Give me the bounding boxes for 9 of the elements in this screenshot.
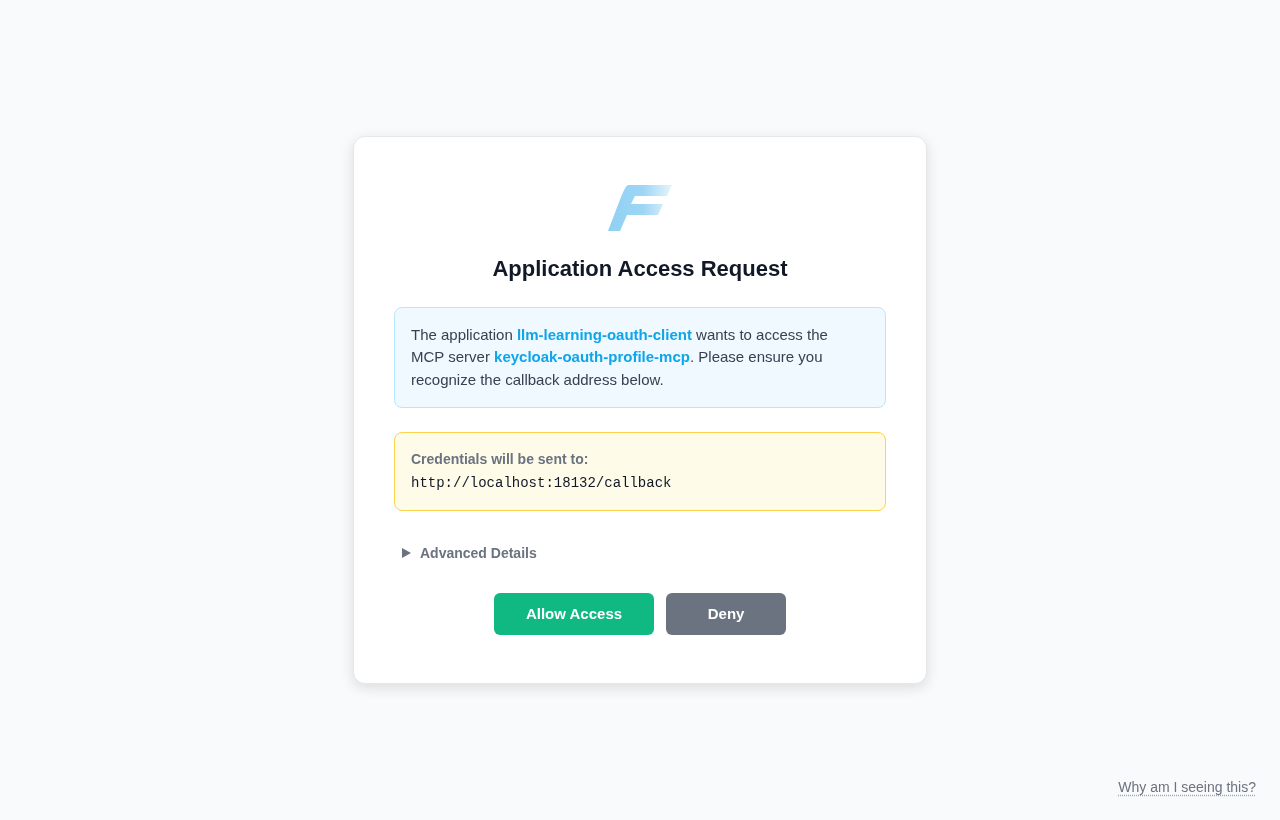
logo-icon <box>608 184 672 231</box>
callback-url: http://localhost:18132/callback <box>411 474 673 494</box>
notice-text: The application llm-learning-oauth-client wants to access the MCP server keycloak-oauth-profile-mcp. Please ensure you recognize the callback address below. <box>411 324 829 390</box>
page-title: Application Access Request <box>491 254 789 283</box>
credentials-label: Credentials will be sent to: <box>411 450 590 470</box>
deny-button[interactable]: Deny <box>666 593 787 636</box>
help-link[interactable]: Why am I seeing this? <box>1118 777 1256 797</box>
advanced-details-toggle[interactable]: Advanced Details <box>402 543 537 564</box>
allow-button[interactable]: Allow Access <box>493 593 655 636</box>
